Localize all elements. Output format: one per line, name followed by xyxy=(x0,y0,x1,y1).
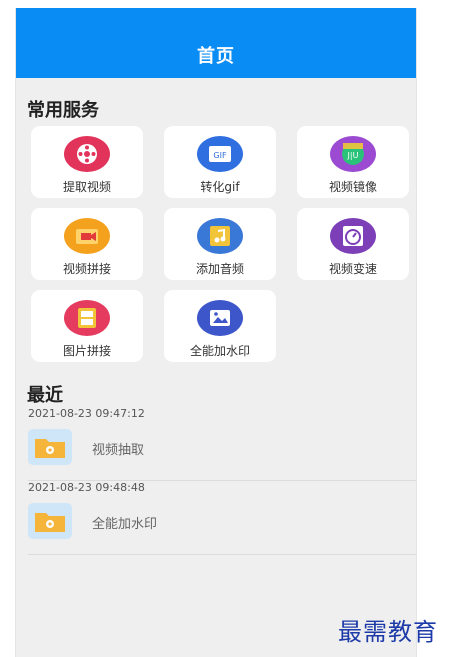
music-note-icon xyxy=(197,218,243,254)
service-add-watermark[interactable]: 全能加水印 xyxy=(164,290,276,362)
gif-icon: GIF xyxy=(197,136,243,172)
recent-heading: 最近 xyxy=(27,385,63,406)
recent-entry[interactable]: 2021-08-23 09:47:12 视频抽取 xyxy=(16,407,416,481)
divider xyxy=(28,554,416,555)
picture-collage-icon xyxy=(64,300,110,336)
service-extract-video[interactable]: 提取视频 xyxy=(31,126,143,198)
services-heading: 常用服务 xyxy=(27,100,99,121)
service-video-mirror[interactable]: J|U 视频镜像 xyxy=(297,126,409,198)
watermark-icon xyxy=(197,300,243,336)
service-picture-collage[interactable]: 图片拼接 xyxy=(31,290,143,362)
phone-screen: 首页 常用服务 提取视频 GIF 转化gif J|U 视频镜像 视频拼接 添加音… xyxy=(15,8,417,657)
service-convert-gif[interactable]: GIF 转化gif xyxy=(164,126,276,198)
service-label: 图片拼接 xyxy=(62,344,111,358)
service-label: 添加音频 xyxy=(195,262,244,276)
entry-timestamp: 2021-08-23 09:47:12 xyxy=(28,407,145,420)
entry-name: 视频抽取 xyxy=(92,443,145,458)
folder-icon xyxy=(28,429,72,465)
service-label: 提取视频 xyxy=(62,180,111,194)
services-grid: 提取视频 GIF 转化gif J|U 视频镜像 视频拼接 添加音频 视频变速 图… xyxy=(31,126,409,362)
page-title: 首页 xyxy=(197,46,235,67)
service-label: 视频拼接 xyxy=(62,262,111,276)
svg-text:GIF: GIF xyxy=(213,151,227,160)
service-label: 全能加水印 xyxy=(189,344,250,358)
service-label: 视频镜像 xyxy=(328,180,377,194)
title-bar: 首页 xyxy=(16,8,416,78)
service-video-splice[interactable]: 视频拼接 xyxy=(31,208,143,280)
folder-icon xyxy=(28,503,72,539)
entry-timestamp: 2021-08-23 09:48:48 xyxy=(28,481,145,494)
svg-text:J|U: J|U xyxy=(347,151,359,160)
service-video-speed[interactable]: 视频变速 xyxy=(297,208,409,280)
service-label: 视频变速 xyxy=(328,262,377,276)
service-add-audio[interactable]: 添加音频 xyxy=(164,208,276,280)
watermark-text: 最需教育 xyxy=(338,618,438,646)
recent-entry[interactable]: 2021-08-23 09:48:48 全能加水印 xyxy=(16,481,416,555)
video-camera-icon xyxy=(64,218,110,254)
film-reel-icon xyxy=(64,136,110,172)
mirror-icon: J|U xyxy=(330,136,376,172)
speedometer-icon xyxy=(330,218,376,254)
service-label: 转化gif xyxy=(200,180,240,194)
entry-name: 全能加水印 xyxy=(92,517,158,532)
